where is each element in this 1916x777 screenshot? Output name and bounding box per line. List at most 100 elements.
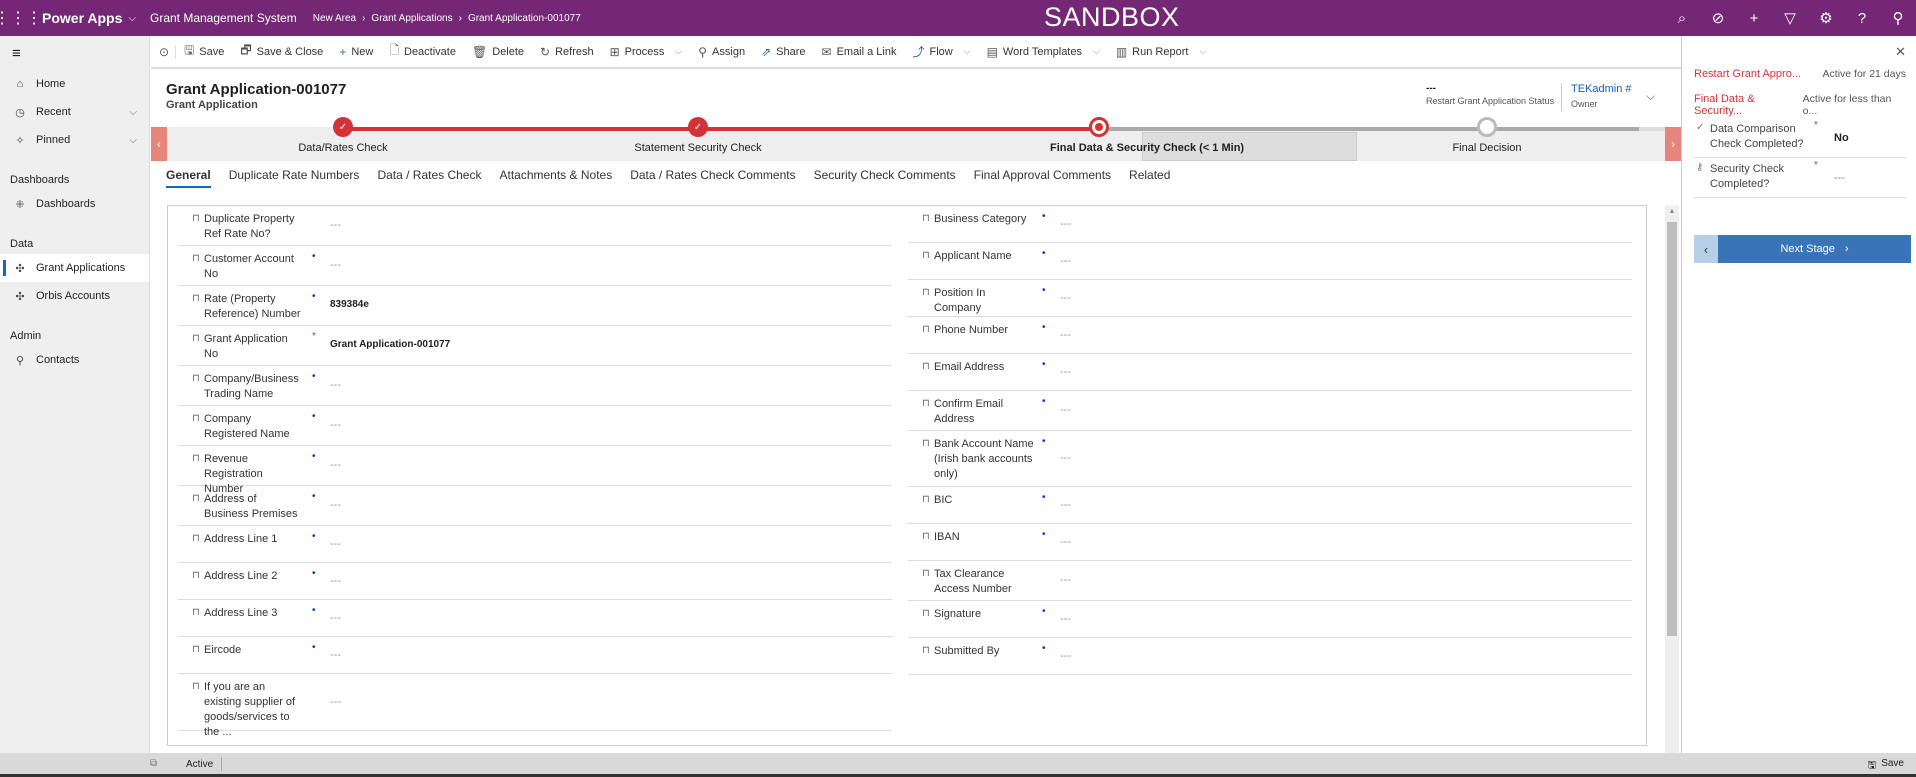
bpf-prev-arrow[interactable]: ‹ (151, 127, 167, 161)
chevron-down-icon[interactable]: ⌵ (129, 107, 137, 118)
system-name[interactable]: Grant Management System (150, 11, 297, 25)
scroll-up-arrow-icon[interactable]: ▲ (1665, 205, 1679, 219)
form-field-row: ⊓ Grant Application No * Grant Application-… (178, 326, 892, 366)
app-name[interactable]: Power Apps ⌵ (42, 10, 136, 26)
process-instance[interactable]: Final Data & Security... Active for less… (1694, 93, 1906, 117)
field-value[interactable]: --- (330, 538, 341, 550)
chevron-down-icon[interactable]: ⌵ (129, 135, 137, 146)
field-value[interactable]: --- (330, 419, 341, 431)
process-instance[interactable]: Restart Grant Appro... Active for 21 day… (1694, 68, 1906, 80)
sidebar-item-contacts[interactable]: ⚲ Contacts (0, 346, 149, 374)
recommended-indicator: • (1042, 248, 1046, 259)
form-field-row: ⊓ Applicant Name • --- (908, 243, 1632, 280)
field-value[interactable]: Grant Application-001077 (330, 339, 450, 350)
tab-data-rates-check-comments[interactable]: Data / Rates Check Comments (630, 168, 795, 188)
field-label: Address Line 1 (204, 533, 278, 545)
breadcrumb-item[interactable]: New Area (313, 13, 356, 24)
field-label: Confirm Email Address (934, 398, 1004, 425)
lock-icon: ⊓ (922, 250, 930, 261)
save-button[interactable]: 🖫 Save (176, 41, 232, 62)
search-icon[interactable]: ⌕ (1664, 10, 1700, 27)
stage-field[interactable]: ⚷ Security Check Completed? * --- (1694, 158, 1906, 198)
refresh-button[interactable]: ↻ Refresh (532, 45, 602, 59)
tab-duplicate-rate-numbers[interactable]: Duplicate Rate Numbers (229, 168, 360, 188)
field-value[interactable]: --- (1060, 452, 1071, 464)
next-stage-button[interactable]: Next Stage › (1718, 235, 1911, 263)
email-link-button[interactable]: ✉ Email a Link (814, 45, 905, 59)
filter-icon[interactable]: ▽ (1772, 9, 1808, 27)
field-value[interactable]: --- (330, 499, 341, 511)
field-value[interactable]: --- (1060, 650, 1071, 662)
field-value[interactable]: 839384e (330, 299, 369, 310)
field-value[interactable]: --- (330, 219, 341, 231)
tab-final-approval-comments[interactable]: Final Approval Comments (974, 168, 1111, 188)
field-value[interactable]: --- (1060, 329, 1071, 341)
save-close-button[interactable]: 🗗 Save & Close (232, 41, 331, 62)
share-button[interactable]: ⇗ Share (753, 45, 813, 59)
tab-data-rates-check[interactable]: Data / Rates Check (377, 168, 481, 188)
field-value[interactable]: --- (1060, 366, 1071, 378)
form-field-row: ⊓ Phone Number • --- (908, 317, 1632, 354)
form-field-row: ⊓ Business Category • --- (908, 206, 1632, 243)
scrollbar-thumb[interactable] (1667, 222, 1677, 636)
settings-icon[interactable]: ⚙ (1808, 9, 1844, 27)
status-save-button[interactable]: 🖫 Save (1868, 758, 1904, 775)
deactivate-button[interactable]: 🗋 Deactivate (381, 41, 464, 62)
field-value[interactable]: --- (1060, 292, 1071, 304)
sidebar-item-home[interactable]: ⌂ Home (0, 70, 149, 98)
new-button[interactable]: + New (331, 45, 381, 59)
save-icon: 🖫 (184, 43, 195, 57)
lock-icon: ⊓ (192, 373, 200, 384)
close-icon[interactable]: ✕ (1895, 44, 1906, 60)
field-value[interactable]: --- (1060, 255, 1071, 267)
tab-general[interactable]: General (166, 168, 211, 188)
sidebar-item-recent[interactable]: ◷ Recent ⌵ (0, 98, 149, 126)
field-value[interactable]: --- (330, 459, 341, 471)
field-value[interactable]: --- (1060, 574, 1071, 586)
tab-related[interactable]: Related (1129, 168, 1170, 188)
owner-link[interactable]: TEKadmin # (1571, 83, 1632, 95)
sidebar-item-dashboards[interactable]: ⁜ Dashboards (0, 190, 149, 218)
history-button[interactable]: ⊙ (151, 44, 177, 59)
sidebar-item-pinned[interactable]: ✧ Pinned ⌵ (0, 126, 149, 154)
form-field-row: ⊓ Signature • --- (908, 601, 1632, 638)
breadcrumb-item[interactable]: Grant Applications (371, 13, 452, 24)
app-launcher-icon[interactable]: ⋮⋮⋮ (0, 0, 42, 36)
field-value[interactable]: --- (1060, 218, 1071, 230)
tab-security-check-comments[interactable]: Security Check Comments (814, 168, 956, 188)
field-value[interactable]: --- (330, 575, 341, 587)
process-button[interactable]: ⊞ Process ⌵ (602, 45, 691, 59)
sidebar-item-orbis-accounts[interactable]: ✣ Orbis Accounts (0, 282, 149, 310)
sidebar-item-grant-applications[interactable]: ✣ Grant Applications (0, 254, 149, 282)
header-field-restart-status: --- Restart Grant Application Status (1426, 83, 1555, 106)
field-value[interactable]: --- (1060, 536, 1071, 548)
flow-button[interactable]: ⤴ Flow ⌵ (904, 43, 978, 60)
run-report-button[interactable]: ▥ Run Report ⌵ (1108, 45, 1214, 59)
word-templates-button[interactable]: ▤ Word Templates ⌵ (979, 45, 1108, 59)
header-expand-chevron-icon[interactable]: ⌵ (1646, 89, 1655, 104)
open-in-new-window-icon[interactable]: ⧉ (150, 758, 157, 769)
field-value[interactable]: --- (330, 696, 341, 708)
tab-attachments-notes[interactable]: Attachments & Notes (499, 168, 612, 188)
field-value[interactable]: --- (330, 649, 341, 661)
form-scrollbar[interactable]: ▲ (1665, 205, 1679, 753)
field-value[interactable]: --- (1060, 499, 1071, 511)
previous-stage-button[interactable]: ‹ (1694, 235, 1718, 263)
field-value[interactable]: --- (330, 379, 341, 391)
bpf-next-arrow[interactable]: › (1665, 127, 1681, 161)
field-value[interactable]: --- (1060, 613, 1071, 625)
field-label: IBAN (934, 531, 960, 543)
delete-button[interactable]: 🗑 Delete (464, 45, 532, 59)
hamburger-menu-icon[interactable]: ≡ (0, 36, 149, 70)
add-icon[interactable]: + (1736, 10, 1772, 27)
share-icon: ⇗ (761, 44, 772, 59)
user-icon[interactable]: ⚲ (1880, 9, 1916, 27)
field-value[interactable]: --- (1060, 404, 1071, 416)
field-value[interactable]: --- (330, 259, 341, 271)
field-value[interactable]: --- (330, 612, 341, 624)
help-icon[interactable]: ? (1844, 10, 1880, 27)
recommended-indicator: • (312, 605, 316, 616)
assign-button[interactable]: ⚲ Assign (690, 45, 753, 59)
stage-field[interactable]: ✓ Data Comparison Check Completed? * No (1694, 118, 1906, 158)
assistant-icon[interactable]: ⊘ (1700, 9, 1736, 27)
